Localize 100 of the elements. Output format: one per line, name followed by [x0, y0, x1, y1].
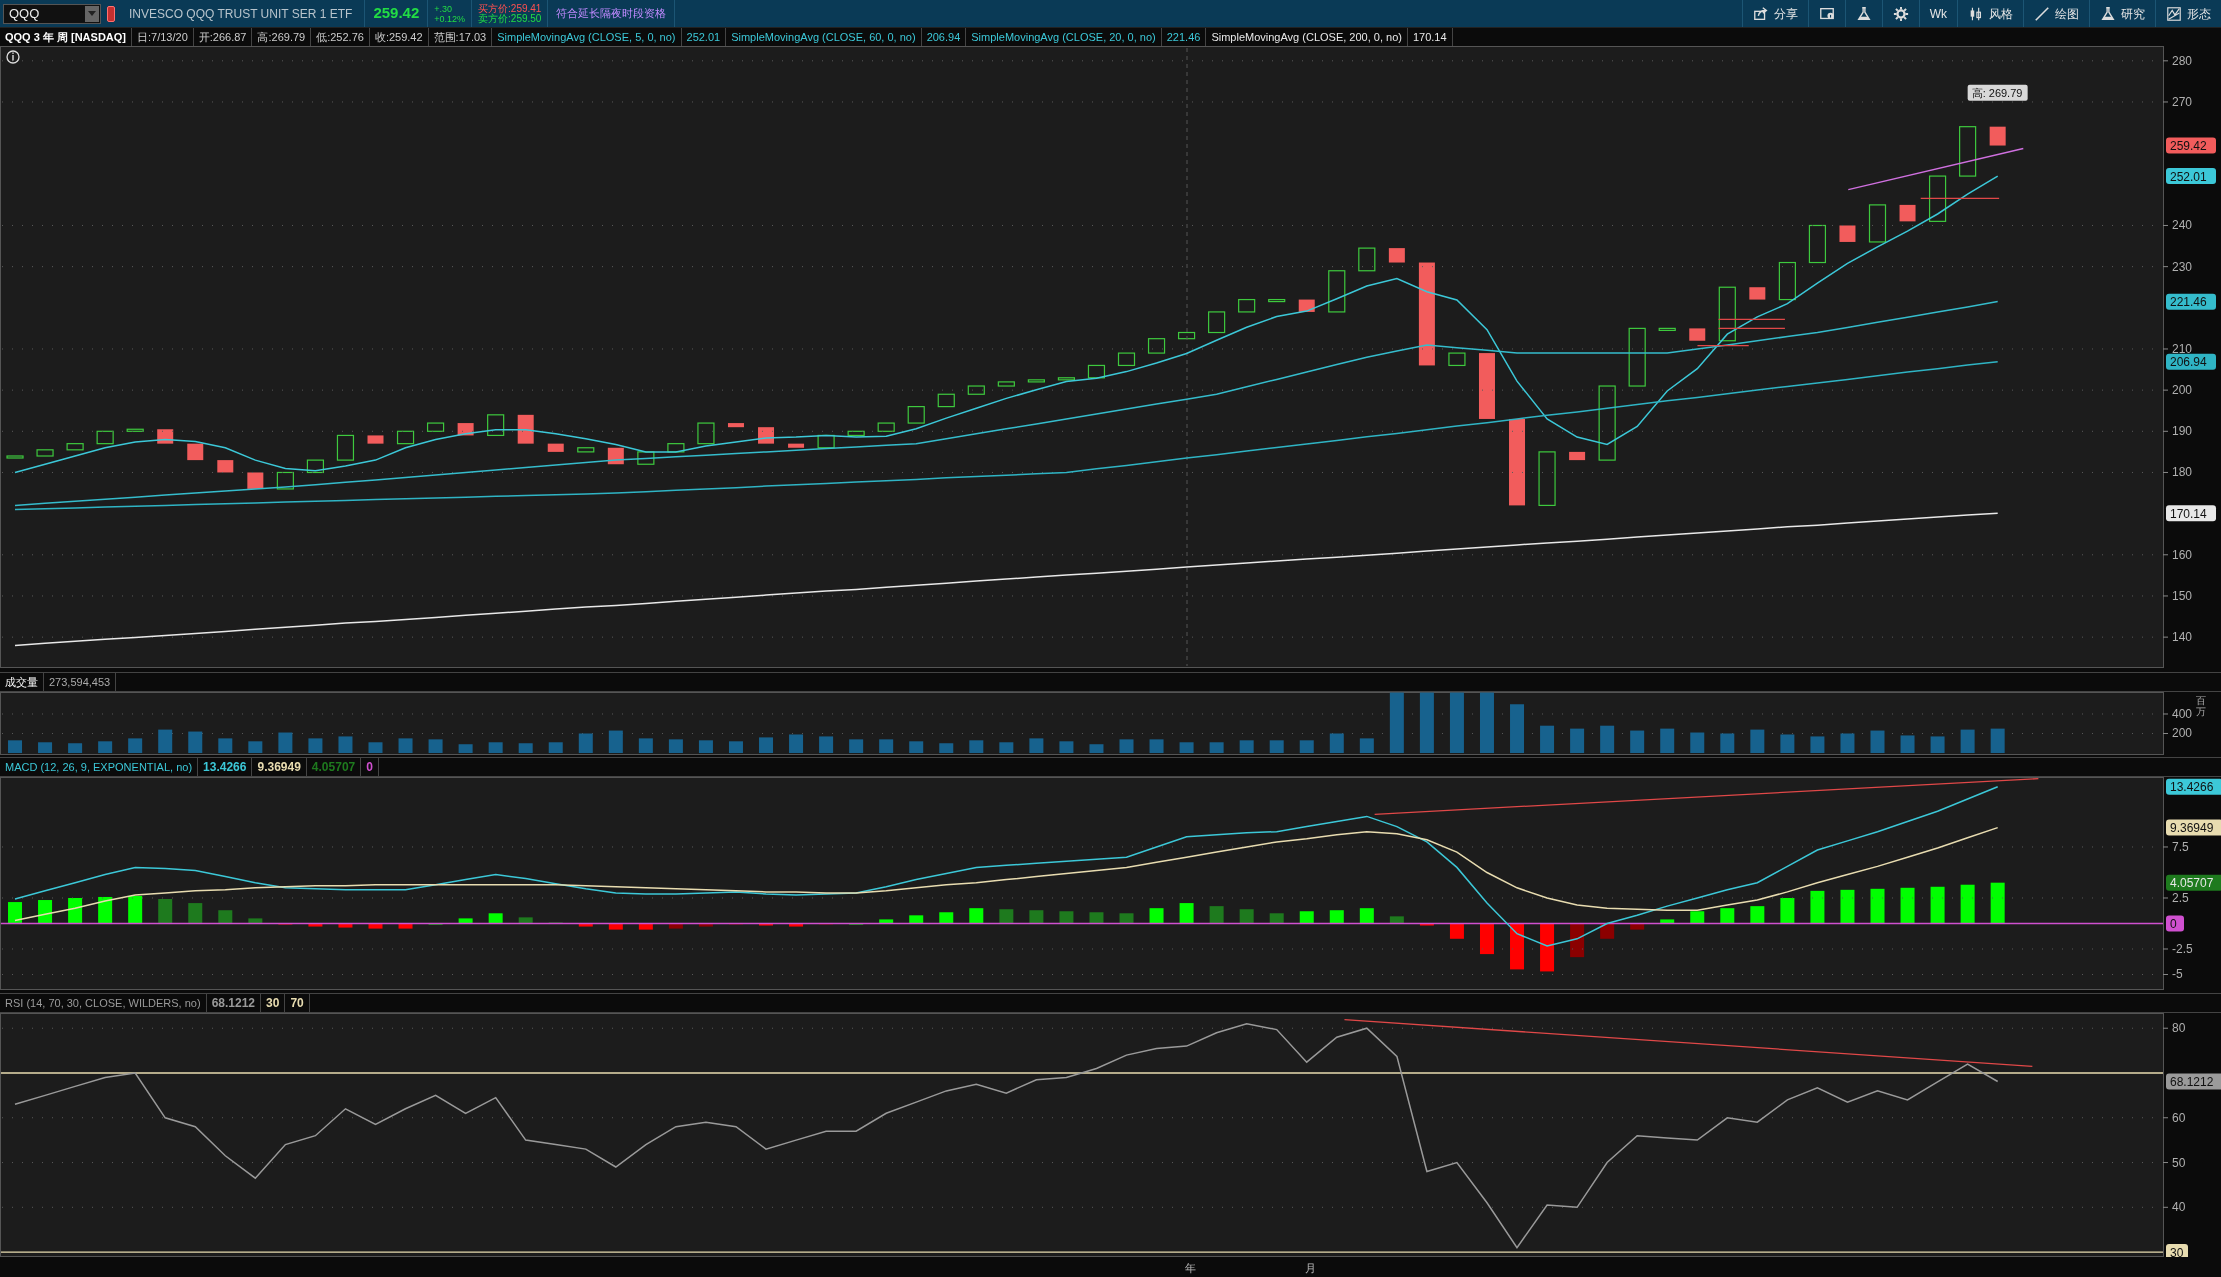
volume-bar [1059, 741, 1074, 753]
study-value: 0 [361, 758, 379, 776]
percent-change: +0.12% [434, 13, 466, 24]
caret-icon [88, 11, 96, 16]
study-label[interactable]: RSI (14, 70, 30, CLOSE, WILDERS, no) [0, 994, 207, 1012]
flask-icon [2100, 5, 2116, 22]
price-tag: 4.05707 [2166, 874, 2221, 891]
price-tag: 170.14 [2166, 505, 2216, 522]
volume-bar [518, 743, 533, 753]
axis-label: 280 [2172, 53, 2193, 68]
volume-bar [8, 740, 22, 753]
toolbar-button[interactable]: 研究 [2089, 0, 2155, 27]
price-tag: 206.94 [2166, 353, 2216, 370]
trend-line [1717, 327, 1786, 330]
axis-label: 60 [2172, 1110, 2186, 1125]
session-badge: 符合延长隔夜时段资格 [548, 0, 676, 27]
study-value: 9.36949 [252, 758, 307, 776]
share-icon [1752, 5, 1769, 22]
symbol-field[interactable]: QQQ [3, 3, 101, 24]
volume-bar [1720, 733, 1735, 753]
volume-bar [1029, 738, 1044, 753]
axis-label: 180 [2172, 465, 2193, 480]
price-tag: 259.42 [2166, 137, 2216, 154]
volume-bar [1780, 734, 1795, 753]
volume-bar [278, 732, 293, 753]
time-axis-label: 年 [1184, 1262, 1196, 1274]
volume-bar [458, 744, 473, 753]
axis-label: 200 [2172, 383, 2193, 398]
price-tag: 30 [2166, 1244, 2188, 1257]
volume-bar [1660, 728, 1675, 753]
axis-label: -2.5 [2172, 942, 2193, 956]
info-icon [6, 50, 20, 64]
time-axis-label: 月 [1304, 1262, 1316, 1274]
settings-icon [1892, 5, 1909, 22]
ask-price: 卖方价:259.50 [478, 13, 542, 24]
unit-label: 百万 [2196, 695, 2207, 717]
volume-bar [1840, 733, 1855, 753]
volume-bar [789, 734, 804, 753]
volume-bar [38, 742, 53, 753]
volume-bar [68, 743, 83, 753]
line-icon [2034, 5, 2050, 22]
volume-bar [1750, 729, 1765, 753]
price-tag: 68.1212 [2166, 1073, 2221, 1090]
axis-label: 40 [2172, 1200, 2186, 1215]
volume-bar [158, 729, 173, 753]
axis-label: 200 [2172, 726, 2193, 741]
volume-bar [218, 738, 233, 753]
toolbar-button[interactable]: Wk [1918, 0, 1957, 27]
alert-icon[interactable] [107, 5, 115, 22]
info-card-icon [1818, 5, 1835, 22]
volume-bar [909, 741, 924, 753]
axis-label: 80 [2172, 1021, 2186, 1036]
volume-bar [548, 742, 563, 753]
axis-label: 230 [2172, 259, 2193, 274]
toolbar-button[interactable]: 分享 [1741, 0, 1808, 27]
volume-bar [1690, 732, 1705, 753]
volume-bar [308, 738, 323, 753]
volume-bar [969, 740, 984, 753]
study-value: 13.4266 [198, 758, 253, 776]
volume-bar [1570, 728, 1585, 753]
symbol-text: QQQ [9, 4, 40, 23]
volume-bar [1810, 736, 1825, 753]
axis-label: -5 [2172, 967, 2183, 982]
volume-bar [1209, 742, 1224, 753]
toolbar-button[interactable]: 风格 [1957, 0, 2023, 27]
volume-bar [128, 738, 143, 753]
volume-bar [368, 742, 383, 753]
volume-bar [1630, 730, 1645, 753]
volume-bar [819, 736, 834, 753]
pattern-icon [2166, 5, 2182, 22]
volume-bar [849, 739, 864, 753]
candlestick-icon [1968, 5, 1984, 22]
axis-label: 2.5 [2172, 891, 2189, 905]
price-tag: 252.01 [2166, 168, 2216, 185]
price-tag: 13.4266 [2166, 778, 2221, 795]
flask-icon [1855, 5, 1872, 22]
volume-title: 成交量 [0, 673, 44, 691]
price-change: +.30 [434, 3, 454, 14]
axis-label: 140 [2172, 630, 2193, 645]
toolbar-button[interactable]: 绘图 [2023, 0, 2089, 27]
trend-line [1717, 318, 1786, 320]
trend-line [1696, 345, 1750, 347]
volume-bar [98, 741, 113, 753]
volume-value: 273,594,453 [44, 673, 117, 691]
price-tag: 0 [2166, 915, 2184, 932]
axis-label: 160 [2172, 547, 2193, 562]
axis-label: 270 [2172, 95, 2193, 109]
volume-bar [1089, 744, 1104, 753]
volume-bar [1510, 704, 1524, 753]
axis-label: 190 [2172, 424, 2193, 439]
axis-label: 210 [2172, 341, 2193, 356]
dropdown-button[interactable] [85, 5, 99, 22]
volume-bar [939, 743, 954, 753]
study-label[interactable]: MACD (12, 26, 9, EXPONENTIAL, no) [0, 758, 199, 776]
toolbar-button[interactable]: 形态 [2155, 0, 2221, 27]
volume-bar [999, 742, 1014, 753]
axis-label: 150 [2172, 588, 2193, 603]
study-value: 30 [261, 994, 286, 1012]
volume-bar [248, 741, 263, 753]
volume-bar [879, 739, 894, 753]
